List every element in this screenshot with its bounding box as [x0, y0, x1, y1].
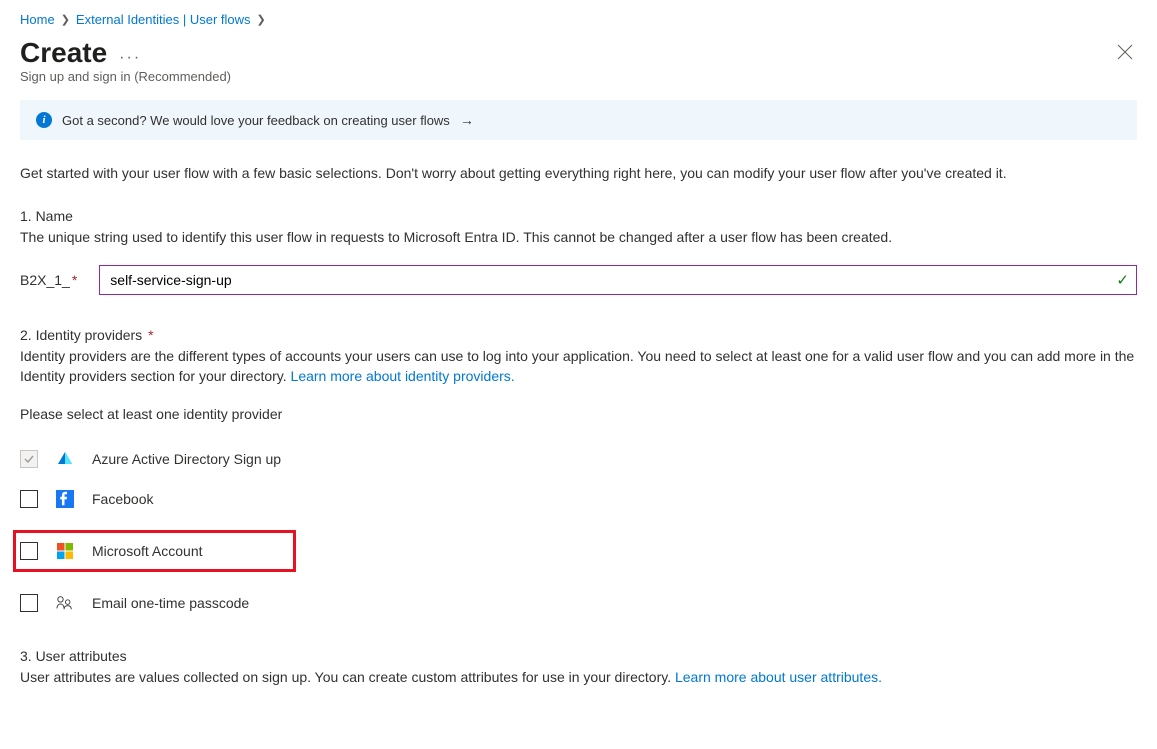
breadcrumb-external-identities[interactable]: External Identities | User flows: [76, 12, 251, 27]
provider-microsoft-checkbox[interactable]: [20, 542, 38, 560]
provider-email-otp: Email one-time passcode: [20, 594, 1137, 612]
provider-label: Facebook: [92, 491, 153, 507]
please-select-text: Please select at least one identity prov…: [20, 406, 1137, 422]
chevron-right-icon: ❯: [61, 13, 70, 26]
title-row: Create ···: [20, 37, 1137, 69]
close-button[interactable]: [1113, 40, 1137, 67]
feedback-banner-text: Got a second? We would love your feedbac…: [62, 113, 450, 128]
provider-label: Email one-time passcode: [92, 595, 249, 611]
intro-text: Get started with your user flow with a f…: [20, 164, 1137, 184]
name-description: The unique string used to identify this …: [20, 228, 1137, 248]
identity-heading: 2. Identity providers *: [20, 327, 1137, 343]
provider-label: Azure Active Directory Sign up: [92, 451, 281, 467]
more-actions-button[interactable]: ···: [119, 49, 141, 67]
name-section: 1. Name The unique string used to identi…: [20, 208, 1137, 296]
breadcrumb-home[interactable]: Home: [20, 12, 55, 27]
email-otp-icon: [56, 594, 74, 612]
provider-microsoft-highlighted: Microsoft Account: [20, 530, 1137, 572]
attributes-heading: 3. User attributes: [20, 648, 1137, 664]
identity-description: Identity providers are the different typ…: [20, 347, 1137, 386]
provider-azure-ad: Azure Active Directory Sign up: [20, 450, 1137, 468]
name-prefix-label: B2X_1_*: [20, 272, 77, 288]
facebook-icon: [56, 490, 74, 508]
info-icon: i: [36, 112, 52, 128]
valid-check-icon: ✓: [1116, 271, 1129, 289]
provider-facebook: Facebook: [20, 490, 1137, 508]
provider-azure-ad-checkbox: [20, 450, 38, 468]
user-flow-name-input[interactable]: [99, 265, 1137, 295]
provider-email-otp-checkbox[interactable]: [20, 594, 38, 612]
close-icon: [1117, 44, 1133, 60]
microsoft-icon: [56, 542, 74, 560]
chevron-right-icon: ❯: [257, 13, 266, 26]
learn-more-identity-link[interactable]: Learn more about identity providers.: [291, 368, 515, 384]
page-subtitle: Sign up and sign in (Recommended): [20, 69, 1137, 84]
provider-facebook-checkbox[interactable]: [20, 490, 38, 508]
identity-providers-section: 2. Identity providers * Identity provide…: [20, 327, 1137, 612]
breadcrumb: Home ❯ External Identities | User flows …: [20, 12, 1137, 27]
page-title: Create: [20, 37, 107, 69]
learn-more-attributes-link[interactable]: Learn more about user attributes.: [675, 669, 882, 685]
feedback-banner[interactable]: i Got a second? We would love your feedb…: [20, 100, 1137, 140]
name-heading: 1. Name: [20, 208, 1137, 224]
azure-ad-icon: [56, 450, 74, 468]
identity-provider-list: Azure Active Directory Sign up Facebook: [20, 450, 1137, 612]
attributes-description: User attributes are values collected on …: [20, 668, 1137, 688]
provider-label: Microsoft Account: [92, 543, 203, 559]
arrow-right-icon: →: [460, 112, 474, 128]
user-attributes-section: 3. User attributes User attributes are v…: [20, 648, 1137, 688]
